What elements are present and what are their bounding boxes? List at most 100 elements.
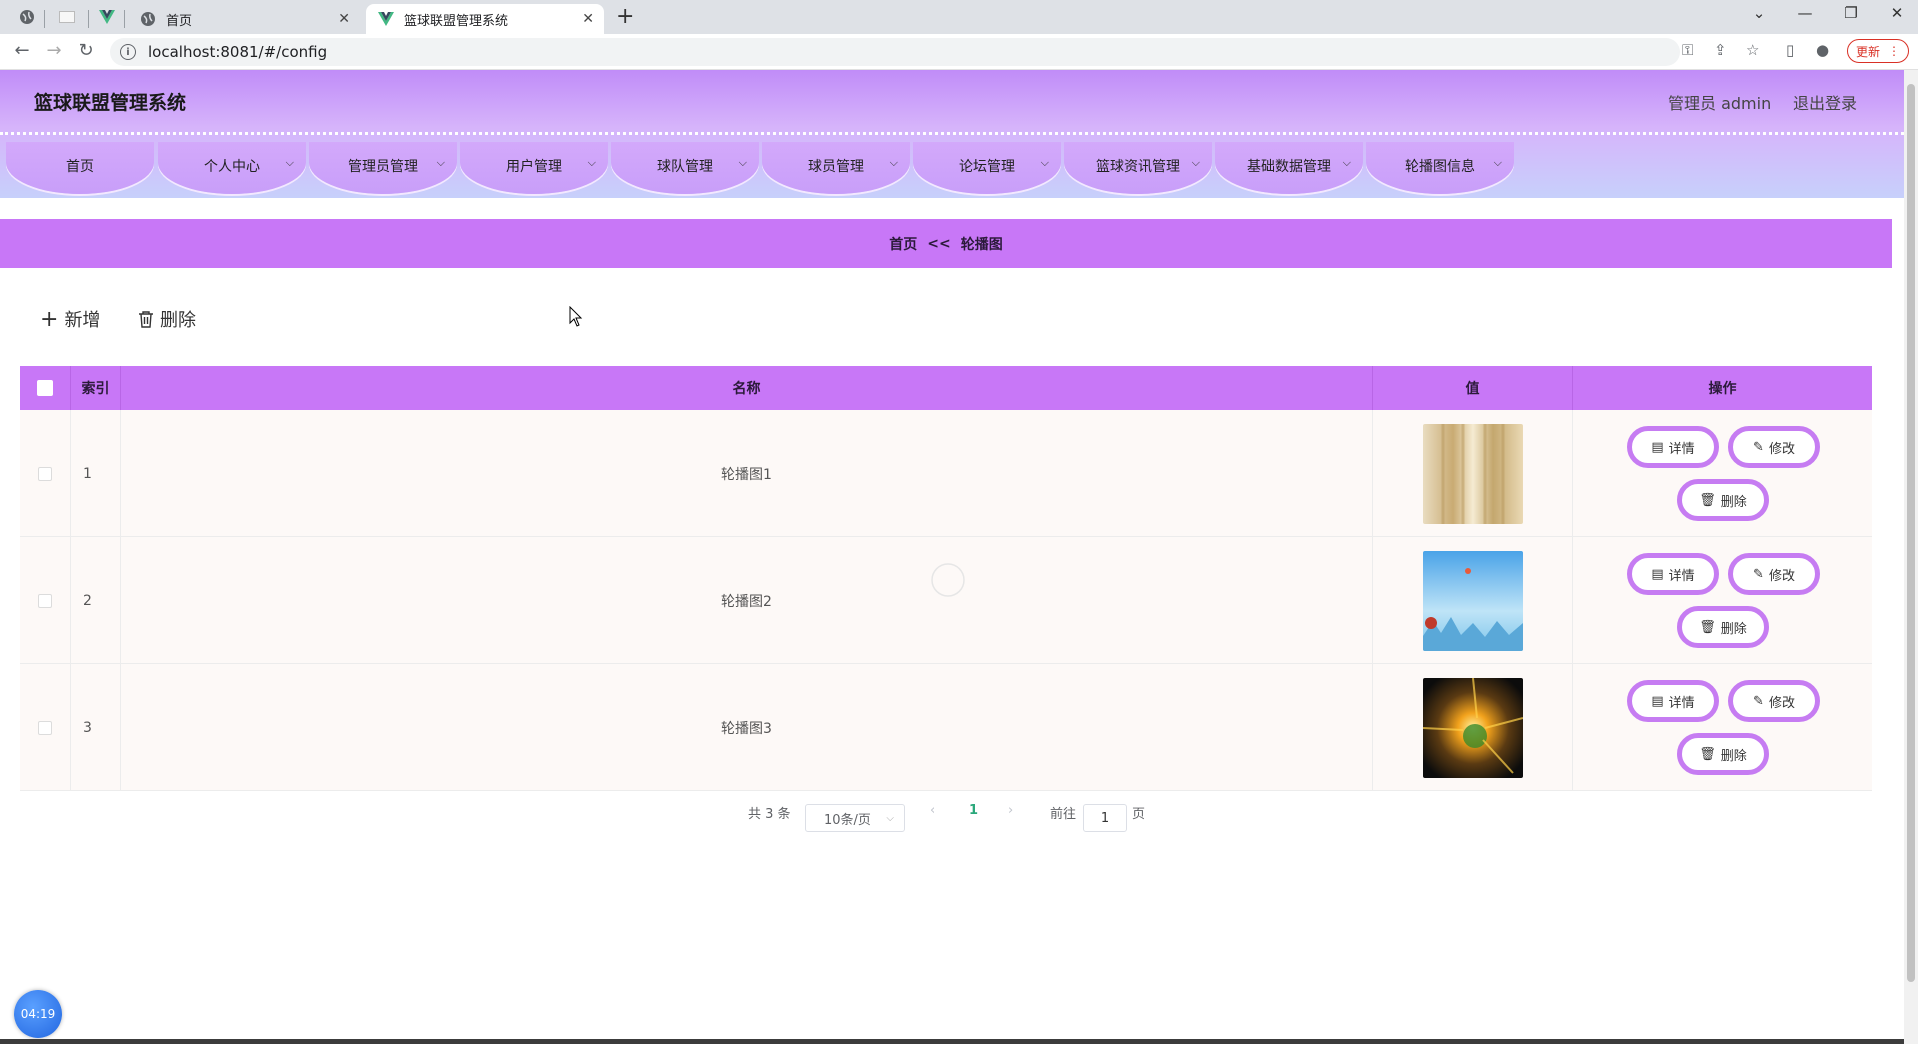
row-delete-button[interactable]: 🗑 删除 xyxy=(1677,479,1769,521)
tab-league-system[interactable]: 篮球联盟管理系统 ✕ xyxy=(366,4,604,34)
vue-logo-icon xyxy=(99,10,115,24)
pinned-tab-globe[interactable] xyxy=(14,5,40,29)
detail-button[interactable]: ▤ 详情 xyxy=(1627,680,1719,722)
reload-icon[interactable]: ↻ xyxy=(74,40,98,61)
url-text: localhost:8081/#/config xyxy=(148,43,328,61)
detail-button[interactable]: ▤ 详情 xyxy=(1627,553,1719,595)
nav-player-management[interactable]: 球员管理 ⌵ xyxy=(762,142,910,194)
carousel-thumbnail-image[interactable] xyxy=(1422,550,1523,651)
pencil-icon: ✎ xyxy=(1753,566,1764,582)
page-size-value: 10条/页 xyxy=(824,812,871,828)
chevron-down-icon: ⌵ xyxy=(587,156,596,169)
app-title: 篮球联盟管理系统 xyxy=(34,92,187,114)
address-toolbar: ← → ↻ i localhost:8081/#/config ⚿ ⇪ ☆ ▯ … xyxy=(0,34,1918,70)
batch-delete-button[interactable]: 删除 xyxy=(138,306,196,332)
header-select-all[interactable] xyxy=(20,366,71,410)
close-icon[interactable]: ✕ xyxy=(338,11,350,27)
breadcrumb-current: 轮播图 xyxy=(960,236,1003,253)
row-checkbox[interactable] xyxy=(38,593,52,608)
nav-user-management[interactable]: 用户管理 ⌵ xyxy=(460,142,608,194)
carousel-thumbnail-image[interactable] xyxy=(1422,677,1523,778)
page-number-current[interactable]: 1 xyxy=(969,803,978,818)
tab-home[interactable]: 首页 ✕ xyxy=(128,4,360,34)
nav-base-data-management[interactable]: 基础数据管理 ⌵ xyxy=(1215,142,1363,194)
row-index: 3 xyxy=(71,664,121,791)
window-close-icon[interactable]: ✕ xyxy=(1884,4,1910,22)
trash-icon: 🗑 xyxy=(1699,746,1716,762)
url-field[interactable]: i localhost:8081/#/config xyxy=(110,38,1680,66)
clock-badge: 04:19 xyxy=(14,990,62,1038)
back-icon[interactable]: ← xyxy=(10,40,34,61)
chevron-down-icon: ⌵ xyxy=(886,812,894,824)
update-button[interactable]: 更新 ⋮ xyxy=(1847,39,1909,63)
goto-page-input[interactable]: 1 xyxy=(1083,804,1127,832)
nav-label: 篮球资讯管理 xyxy=(1096,159,1180,175)
pinned-tab-blank[interactable] xyxy=(54,5,80,29)
nav-forum-management[interactable]: 论坛管理 ⌵ xyxy=(913,142,1061,194)
restore-icon[interactable]: ❐ xyxy=(1838,4,1864,22)
nav-personal-center[interactable]: 个人中心 ⌵ xyxy=(158,142,306,194)
next-page-icon[interactable]: › xyxy=(1008,803,1013,818)
trash-icon: 🗑 xyxy=(1699,619,1716,635)
page-scrollbar[interactable] xyxy=(1904,70,1918,1044)
breadcrumb-home[interactable]: 首页 xyxy=(889,234,917,254)
loading-spinner-icon xyxy=(931,563,965,597)
column-header: 名称 xyxy=(121,366,1373,410)
more-vert-icon: ⋮ xyxy=(1888,44,1900,58)
row-checkbox[interactable] xyxy=(38,720,52,735)
add-button[interactable]: + 新增 xyxy=(40,306,100,332)
prev-page-icon[interactable]: ‹ xyxy=(930,803,935,818)
row-checkbox[interactable] xyxy=(38,466,52,481)
logout-link[interactable]: 退出登录 xyxy=(1793,90,1857,114)
star-icon[interactable]: ☆ xyxy=(1746,41,1759,59)
table-row: 3 轮播图3 xyxy=(20,664,1872,791)
close-icon[interactable]: ✕ xyxy=(582,11,594,27)
detail-label: 详情 xyxy=(1668,568,1695,584)
chevron-down-icon: ⌵ xyxy=(738,156,747,169)
nav-label: 管理员管理 xyxy=(348,159,418,175)
key-icon[interactable]: ⚿ xyxy=(1682,41,1693,59)
mouse-pointer-icon xyxy=(569,306,583,327)
minimize-icon[interactable]: — xyxy=(1792,4,1818,22)
row-delete-button[interactable]: 🗑 删除 xyxy=(1677,606,1769,648)
carousel-thumbnail-image[interactable] xyxy=(1422,423,1523,524)
chevron-down-icon: ⌵ xyxy=(1493,156,1502,169)
edit-button[interactable]: ✎ 修改 xyxy=(1728,680,1820,722)
share-icon[interactable]: ⇪ xyxy=(1714,41,1727,59)
forward-icon[interactable]: → xyxy=(42,40,66,61)
detail-button[interactable]: ▤ 详情 xyxy=(1627,426,1719,468)
nav-carousel-info[interactable]: 轮播图信息 ⌵ xyxy=(1366,142,1514,194)
detail-label: 详情 xyxy=(1668,695,1695,711)
site-info-icon[interactable]: i xyxy=(120,44,136,60)
edit-button[interactable]: ✎ 修改 xyxy=(1728,553,1820,595)
edit-button[interactable]: ✎ 修改 xyxy=(1728,426,1820,468)
side-panel-icon[interactable]: ▯ xyxy=(1786,41,1794,59)
nav-news-management[interactable]: 篮球资讯管理 ⌵ xyxy=(1064,142,1212,194)
tab-search-chevron-icon[interactable]: ⌄ xyxy=(1746,4,1772,22)
column-header: 操作 xyxy=(1708,381,1737,397)
page-size-select[interactable]: 10条/页 ⌵ xyxy=(805,804,905,832)
nav-label: 球队管理 xyxy=(657,159,713,175)
nav-label: 球员管理 xyxy=(808,159,864,175)
row-delete-label: 删除 xyxy=(1720,494,1747,510)
trash-icon xyxy=(139,311,153,328)
profile-icon[interactable]: ● xyxy=(1816,41,1829,59)
breadcrumb: 首页 << 轮播图 xyxy=(0,219,1892,268)
pagination-total: 共 3 条 xyxy=(748,807,791,822)
scroll-thumb[interactable] xyxy=(1907,84,1915,982)
goto-suffix: 页 xyxy=(1132,807,1146,822)
pinned-tab-vue[interactable] xyxy=(94,5,120,29)
pencil-icon: ✎ xyxy=(1753,693,1764,709)
nav-label: 首页 xyxy=(66,159,94,175)
nav-team-management[interactable]: 球队管理 ⌵ xyxy=(611,142,759,194)
row-name: 轮播图2 xyxy=(121,537,1373,664)
nav-label: 基础数据管理 xyxy=(1247,159,1331,175)
row-delete-button[interactable]: 🗑 删除 xyxy=(1677,733,1769,775)
add-label: 新增 xyxy=(64,310,101,331)
new-tab-icon[interactable]: + xyxy=(616,4,634,29)
nav-admin-management[interactable]: 管理员管理 ⌵ xyxy=(309,142,457,194)
select-all-checkbox[interactable] xyxy=(37,380,53,396)
update-label: 更新 xyxy=(1855,44,1880,59)
row-name: 轮播图3 xyxy=(121,664,1373,791)
nav-home[interactable]: 首页 xyxy=(6,142,154,194)
